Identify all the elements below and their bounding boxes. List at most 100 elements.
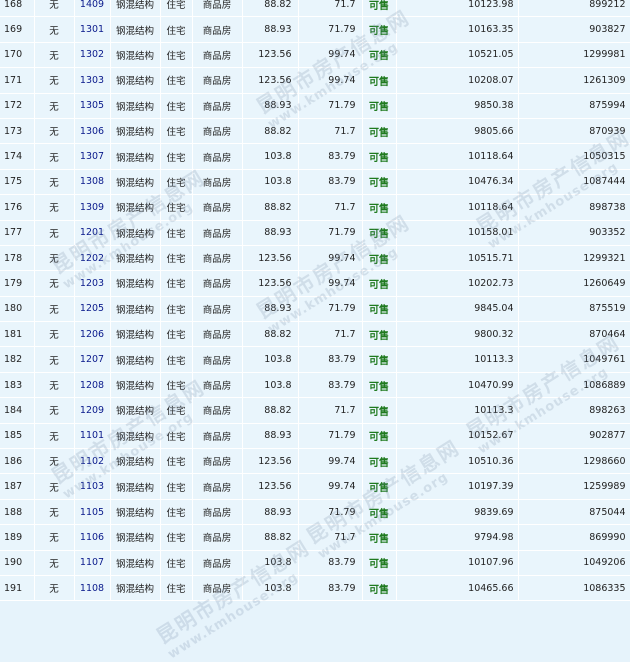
row-index: 173 xyxy=(0,118,35,145)
room-number-link[interactable]: 1206 xyxy=(80,329,104,340)
room-number-link[interactable]: 1306 xyxy=(80,126,104,137)
unit-price-cell: 9794.98 xyxy=(396,524,519,551)
total-price-cell: 899212 xyxy=(518,0,630,18)
inner-area-cell: 83.79 xyxy=(298,550,363,576)
unit-price-cell: 10113.3 xyxy=(396,397,519,424)
room-number-link[interactable]: 1303 xyxy=(80,75,104,86)
unit-price-cell: 9845.04 xyxy=(396,296,519,323)
room-number-link[interactable]: 1108 xyxy=(80,583,104,594)
floor-area-cell: 123.56 xyxy=(242,67,299,94)
unit-price-cell: 9805.66 xyxy=(396,118,519,145)
usage-cell: 住宅 xyxy=(160,194,193,221)
room-number-link[interactable]: 1305 xyxy=(80,100,104,111)
room-number-cell: 1201 xyxy=(74,220,111,246)
structure-cell: 钢混结构 xyxy=(110,296,161,323)
floor-area-cell: 123.56 xyxy=(242,270,299,297)
unit-price-cell: 10465.66 xyxy=(396,575,519,602)
room-number-cell: 1106 xyxy=(74,524,111,551)
structure-cell: 钢混结构 xyxy=(110,473,161,500)
structure-cell: 钢混结构 xyxy=(110,423,161,450)
property-type-cell: 商品房 xyxy=(192,372,243,399)
table-row: 178 无 1202 钢混结构 住宅 商品房 123.56 99.74 可售 10515.71 12… xyxy=(0,245,630,272)
room-number-cell: 1101 xyxy=(74,423,111,450)
table-row: 188 无 1105 钢混结构 住宅 商品房 88.93 71.79 可售 9839.69 8750… xyxy=(0,499,630,526)
inner-area-cell: 71.7 xyxy=(298,321,363,348)
usage-cell: 住宅 xyxy=(160,372,193,399)
total-price-cell: 1050315 xyxy=(518,143,630,170)
row-no-cell: 无 xyxy=(34,16,75,43)
room-number-link[interactable]: 1105 xyxy=(80,507,104,518)
room-number-link[interactable]: 1202 xyxy=(80,253,104,264)
room-number-cell: 1103 xyxy=(74,473,111,500)
row-no-cell: 无 xyxy=(34,194,75,221)
status-available-badge: 可售 xyxy=(362,321,397,348)
total-price-cell: 898738 xyxy=(518,194,630,221)
usage-cell: 住宅 xyxy=(160,346,193,373)
room-number-link[interactable]: 1209 xyxy=(80,405,104,416)
room-number-link[interactable]: 1201 xyxy=(80,227,104,238)
inner-area-cell: 83.79 xyxy=(298,143,363,170)
table-row: 177 无 1201 钢混结构 住宅 商品房 88.93 71.79 可售 10158.01 903… xyxy=(0,220,630,246)
row-no-cell: 无 xyxy=(34,372,75,399)
room-number-link[interactable]: 1409 xyxy=(80,0,104,10)
room-number-link[interactable]: 1301 xyxy=(80,24,104,35)
room-number-link[interactable]: 1208 xyxy=(80,380,104,391)
room-number-link[interactable]: 1103 xyxy=(80,481,104,492)
room-number-link[interactable]: 1101 xyxy=(80,430,104,441)
usage-cell: 住宅 xyxy=(160,499,193,526)
structure-cell: 钢混结构 xyxy=(110,346,161,373)
usage-cell: 住宅 xyxy=(160,67,193,94)
status-available-badge: 可售 xyxy=(362,220,397,246)
inner-area-cell: 83.79 xyxy=(298,169,363,196)
room-number-link[interactable]: 1102 xyxy=(80,456,104,467)
inner-area-cell: 99.74 xyxy=(298,245,363,272)
total-price-cell: 1049761 xyxy=(518,346,630,373)
room-number-link[interactable]: 1309 xyxy=(80,202,104,213)
status-available-badge: 可售 xyxy=(362,550,397,576)
row-no-cell: 无 xyxy=(34,93,75,119)
room-number-cell: 1203 xyxy=(74,270,111,297)
status-available-badge: 可售 xyxy=(362,575,397,602)
room-number-link[interactable]: 1308 xyxy=(80,176,104,187)
unit-price-cell: 10113.3 xyxy=(396,346,519,373)
table-row: 185 无 1101 钢混结构 住宅 商品房 88.93 71.79 可售 10152.67 902… xyxy=(0,423,630,450)
status-available-badge: 可售 xyxy=(362,0,397,18)
total-price-cell: 1049206 xyxy=(518,550,630,576)
room-number-link[interactable]: 1205 xyxy=(80,303,104,314)
table-row: 191 无 1108 钢混结构 住宅 商品房 103.8 83.79 可售 10465.66 108… xyxy=(0,575,630,602)
housing-units-table: 168 无 1409 钢混结构 住宅 商品房 88.82 71.7 可售 10123.98 8992… xyxy=(0,0,630,602)
room-number-link[interactable]: 1107 xyxy=(80,557,104,568)
unit-price-cell: 10158.01 xyxy=(396,220,519,246)
property-type-cell: 商品房 xyxy=(192,473,243,500)
total-price-cell: 875044 xyxy=(518,499,630,526)
room-number-link[interactable]: 1207 xyxy=(80,354,104,365)
inner-area-cell: 99.74 xyxy=(298,67,363,94)
status-available-badge: 可售 xyxy=(362,16,397,43)
room-number-link[interactable]: 1106 xyxy=(80,532,104,543)
table-row: 183 无 1208 钢混结构 住宅 商品房 103.8 83.79 可售 10470.99 108… xyxy=(0,372,630,399)
property-type-cell: 商品房 xyxy=(192,321,243,348)
usage-cell: 住宅 xyxy=(160,220,193,246)
row-no-cell: 无 xyxy=(34,346,75,373)
floor-area-cell: 88.93 xyxy=(242,220,299,246)
room-number-cell: 1305 xyxy=(74,93,111,119)
usage-cell: 住宅 xyxy=(160,270,193,297)
total-price-cell: 1299321 xyxy=(518,245,630,272)
usage-cell: 住宅 xyxy=(160,524,193,551)
inner-area-cell: 71.79 xyxy=(298,423,363,450)
usage-cell: 住宅 xyxy=(160,397,193,424)
room-number-link[interactable]: 1302 xyxy=(80,49,104,60)
row-index: 191 xyxy=(0,575,35,602)
inner-area-cell: 99.74 xyxy=(298,270,363,297)
usage-cell: 住宅 xyxy=(160,0,193,18)
status-available-badge: 可售 xyxy=(362,346,397,373)
inner-area-cell: 71.7 xyxy=(298,397,363,424)
unit-price-cell: 9839.69 xyxy=(396,499,519,526)
row-index: 180 xyxy=(0,296,35,323)
room-number-link[interactable]: 1203 xyxy=(80,278,104,289)
floor-area-cell: 88.93 xyxy=(242,423,299,450)
table-row: 186 无 1102 钢混结构 住宅 商品房 123.56 99.74 可售 10510.36 12… xyxy=(0,448,630,475)
property-type-cell: 商品房 xyxy=(192,296,243,323)
row-no-cell: 无 xyxy=(34,423,75,450)
room-number-link[interactable]: 1307 xyxy=(80,151,104,162)
